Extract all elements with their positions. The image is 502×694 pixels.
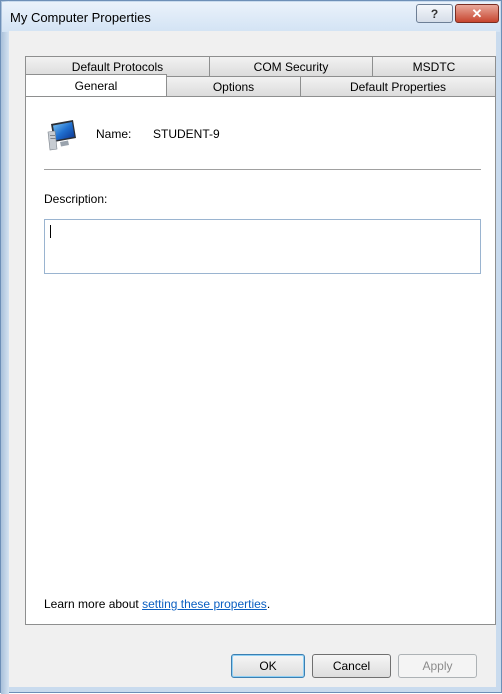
- description-input[interactable]: [44, 219, 481, 274]
- tab-default-protocols[interactable]: Default Protocols: [25, 56, 210, 76]
- tab-row-front: General Options Default Properties: [25, 74, 496, 96]
- computer-name-value: STUDENT-9: [153, 127, 220, 141]
- tab-default-properties[interactable]: Default Properties: [300, 76, 496, 96]
- tab-general[interactable]: General: [25, 74, 167, 96]
- text-caret: [50, 225, 51, 238]
- question-mark-icon: ?: [430, 6, 439, 21]
- ok-button-label: OK: [259, 659, 277, 673]
- cancel-button-label: Cancel: [332, 659, 371, 673]
- apply-button[interactable]: Apply: [398, 654, 477, 678]
- help-button[interactable]: ?: [416, 4, 453, 23]
- close-x-icon: ✕: [471, 5, 483, 21]
- tab-label: Options: [212, 79, 255, 94]
- divider: [44, 169, 481, 170]
- learn-more-suffix: .: [266, 597, 271, 611]
- ok-button[interactable]: OK: [231, 654, 305, 678]
- apply-button-label: Apply: [422, 659, 453, 673]
- tab-label: Default Protocols: [71, 59, 164, 74]
- setting-properties-link[interactable]: setting these properties: [142, 597, 267, 611]
- title-bar[interactable]: My Computer Properties ? ✕: [2, 2, 500, 32]
- tab-label: General: [74, 78, 118, 93]
- background-window-edge: [1, 1, 9, 694]
- tab-options[interactable]: Options: [166, 76, 301, 96]
- tab-label: Default Properties: [349, 79, 447, 94]
- tab-msdtc[interactable]: MSDTC: [372, 56, 496, 76]
- computer-monitor-icon: [47, 120, 76, 151]
- name-label: Name:: [96, 127, 132, 141]
- general-tab-panel: [25, 96, 496, 625]
- description-label: Description:: [44, 192, 108, 206]
- window-title: My Computer Properties: [10, 10, 151, 25]
- tab-com-security[interactable]: COM Security: [209, 56, 373, 76]
- tab-label: MSDTC: [412, 59, 456, 74]
- tab-row-back: Default Protocols COM Security MSDTC: [25, 56, 496, 76]
- learn-more-prefix: Learn more about: [44, 597, 143, 611]
- close-button[interactable]: ✕: [455, 4, 499, 23]
- cancel-button[interactable]: Cancel: [312, 654, 391, 678]
- learn-more-text: Learn more about setting these propertie…: [44, 597, 270, 611]
- tab-label: COM Security: [253, 59, 329, 74]
